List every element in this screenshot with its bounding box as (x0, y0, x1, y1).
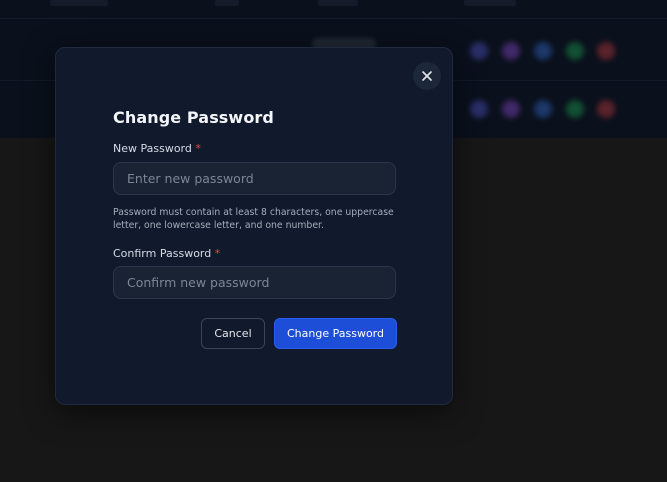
confirm-password-label: Confirm Password * (113, 247, 220, 260)
background-action-icon (502, 100, 520, 118)
password-requirements-hint: Password must contain at least 8 charact… (113, 207, 394, 231)
background-action-icon (566, 42, 584, 60)
background-header-cell (215, 0, 239, 6)
close-button[interactable] (413, 62, 441, 90)
background-action-icon (597, 100, 615, 118)
background-action-icon (597, 42, 615, 60)
background-action-icon (566, 100, 584, 118)
background-header-cell (318, 0, 358, 6)
required-indicator: * (214, 247, 221, 260)
new-password-label-text: New Password (113, 142, 192, 155)
background-action-icon (470, 100, 488, 118)
dialog-title: Change Password (113, 108, 274, 127)
background-row-divider (0, 18, 667, 19)
close-icon (422, 71, 432, 81)
background-header-cell (50, 0, 108, 6)
confirm-password-label-text: Confirm Password (113, 247, 212, 260)
background-action-icon (534, 100, 552, 118)
new-password-input[interactable] (113, 162, 396, 195)
change-password-dialog: Change Password New Password * Password … (55, 47, 453, 405)
new-password-label: New Password * (113, 142, 201, 155)
cancel-button[interactable]: Cancel (201, 318, 265, 349)
background-action-icon (470, 42, 488, 60)
background-action-icon (502, 42, 520, 60)
background-action-icon (534, 42, 552, 60)
required-indicator: * (195, 142, 201, 155)
change-password-button[interactable]: Change Password (274, 318, 397, 349)
background-header-cell (464, 0, 516, 6)
confirm-password-input[interactable] (113, 266, 396, 299)
